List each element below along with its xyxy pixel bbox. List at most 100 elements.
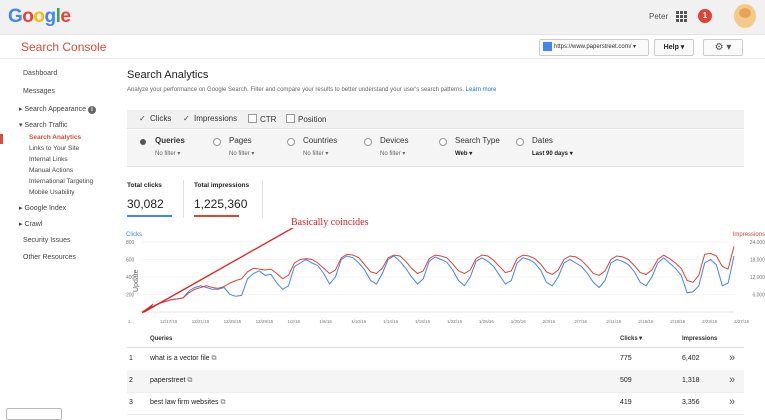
table-row[interactable]: 2 paperstreet ⧉ 509 1,318 »	[127, 370, 744, 393]
row-query: best law firm websites ⧉	[150, 399, 226, 406]
series-line-impressions	[141, 246, 735, 313]
info-icon[interactable]: i	[87, 106, 96, 114]
metric-label: Position	[298, 115, 327, 124]
left-tick-label: 800	[126, 240, 135, 246]
sidebar-item-international-targeting[interactable]: International Targeting	[29, 178, 93, 185]
radio-button[interactable]	[364, 138, 372, 146]
row-query: paperstreet ⧉	[150, 377, 193, 384]
filter-label: Dates	[532, 136, 553, 145]
total-clicks-value: 30,082	[127, 197, 164, 211]
double-chevron-right-icon[interactable]: »	[729, 396, 735, 408]
sidebar-item-mobile-usability[interactable]: Mobile Usability	[29, 189, 75, 196]
x-tick-label: 1...	[128, 319, 134, 324]
table-row[interactable]: 1 what is a vector file ⧉ 775 6,402 »	[127, 348, 744, 371]
metric-impressions[interactable]: ✓ Impressions	[183, 114, 237, 123]
header-queries[interactable]: Queries	[150, 336, 172, 342]
filter-value[interactable]: No filter ▾	[155, 150, 180, 157]
metric-position[interactable]: Position	[286, 114, 326, 124]
right-tick-label: 18,000	[750, 258, 765, 264]
x-tick-label: 12/25/15	[224, 319, 242, 324]
avatar[interactable]	[734, 4, 756, 28]
clicks-legend-line	[127, 215, 172, 217]
radio-button[interactable]	[140, 139, 146, 145]
sidebar-label: Crawl	[24, 221, 43, 228]
x-tick-label: 1/6/16	[319, 319, 332, 324]
apps-grid-icon[interactable]	[676, 11, 687, 22]
x-tick-label: 1/2/16	[287, 319, 300, 324]
google-logo[interactable]: Google	[8, 6, 71, 28]
logo-letter: e	[60, 6, 71, 27]
logo-letter: g	[44, 6, 57, 27]
table-row[interactable]: 3 best law firm websites ⧉ 419 3,356 »	[127, 392, 744, 415]
filter-value[interactable]: Web ▾	[455, 150, 472, 157]
property-selector[interactable]: https://www.paperstreet.com/ ▾	[539, 39, 649, 56]
sidebar-item-search-analytics[interactable]: Search Analytics	[29, 134, 81, 141]
row-impressions: 6,402	[682, 355, 700, 362]
help-label: Help	[663, 44, 679, 51]
sidebar-item-messages[interactable]: Messages	[23, 88, 55, 95]
learn-more-link[interactable]: Learn more	[466, 87, 497, 93]
filter-value[interactable]: Last 90 days ▾	[532, 150, 573, 157]
checkbox[interactable]	[286, 114, 295, 123]
feedback-button[interactable]	[6, 408, 62, 420]
sidebar-item-links-to-your-site[interactable]: Links to Your Site	[29, 145, 79, 152]
metrics-bar: ✓ Clicks ✓ Impressions CTR Position	[127, 110, 744, 129]
filter-label: Search Type	[455, 136, 500, 145]
radio-button[interactable]	[439, 138, 447, 146]
x-tick-label: 1/26/16	[479, 319, 495, 324]
product-title[interactable]: Search Console	[21, 40, 106, 54]
notification-badge[interactable]: 1	[698, 9, 712, 23]
help-button[interactable]: Help ▾	[654, 39, 694, 56]
filter-value[interactable]: No filter ▾	[229, 150, 254, 157]
divider	[262, 180, 263, 218]
sidebar-item-search-appearance[interactable]: ▸ Search Appearance i	[19, 105, 96, 114]
sidebar-item-dashboard[interactable]: Dashboard	[23, 70, 57, 77]
sidebar-item-google-index[interactable]: ▸ Google Index	[19, 204, 66, 212]
settings-button[interactable]: ⚙ ▾	[703, 39, 743, 56]
table-header: Queries Clicks▼ Impressions	[127, 333, 744, 348]
filter-value[interactable]: No filter ▾	[303, 150, 328, 157]
sidebar-label: Search Traffic	[24, 122, 68, 129]
right-tick-label: 6,000	[752, 293, 765, 299]
gear-icon: ⚙	[714, 42, 724, 53]
user-name[interactable]: Peter	[649, 12, 668, 21]
metric-label: Clicks	[150, 114, 172, 123]
checkbox[interactable]	[248, 114, 257, 123]
header-clicks[interactable]: Clicks▼	[620, 336, 644, 342]
sidebar-item-manual-actions[interactable]: Manual Actions	[29, 167, 73, 174]
row-impressions: 1,318	[682, 377, 700, 384]
sidebar-item-internal-links[interactable]: Internal Links	[29, 156, 68, 163]
row-clicks: 775	[620, 355, 632, 362]
active-indicator	[0, 134, 3, 144]
metric-clicks[interactable]: ✓ Clicks	[139, 114, 171, 123]
external-link-icon[interactable]: ⧉	[212, 355, 217, 362]
vertical-axis-note: Update	[133, 269, 140, 292]
radio-button[interactable]	[287, 138, 295, 146]
sidebar-item-search-traffic[interactable]: ▾ Search Traffic	[19, 121, 68, 129]
header-impressions[interactable]: Impressions	[682, 336, 717, 342]
x-tick-label: 2/3/16	[543, 319, 556, 324]
filter-label: Devices	[380, 136, 409, 145]
radio-button[interactable]	[213, 138, 221, 146]
left-tick-label: 600	[126, 258, 135, 264]
external-link-icon[interactable]: ⧉	[220, 399, 225, 406]
filter-label: Countries	[303, 136, 338, 145]
search-analytics-chart: Clicks Impressions80060040020024,00018,00…	[126, 228, 765, 324]
annotation-text: Basically coincides	[291, 217, 369, 228]
sidebar-item-other-resources[interactable]: Other Resources	[23, 254, 76, 261]
metric-ctr[interactable]: CTR	[248, 114, 276, 124]
sidebar-label: Google Index	[24, 205, 67, 212]
radio-button[interactable]	[516, 138, 524, 146]
double-chevron-right-icon[interactable]: »	[729, 374, 735, 386]
external-link-icon[interactable]: ⧉	[187, 377, 192, 384]
x-tick-label: 2/7/16	[575, 319, 588, 324]
property-url: https://www.paperstreet.com/	[554, 44, 632, 50]
total-impressions-value: 1,225,360	[194, 197, 248, 211]
x-tick-label: 2/27/16	[734, 319, 750, 324]
double-chevron-right-icon[interactable]: »	[729, 352, 735, 364]
filter-value[interactable]: No filter ▾	[380, 150, 405, 157]
sidebar-item-crawl[interactable]: ▸ Crawl	[19, 220, 42, 228]
row-query: what is a vector file ⧉	[150, 355, 217, 362]
sidebar-item-security-issues[interactable]: Security Issues	[23, 237, 70, 244]
metric-label: CTR	[260, 115, 277, 124]
